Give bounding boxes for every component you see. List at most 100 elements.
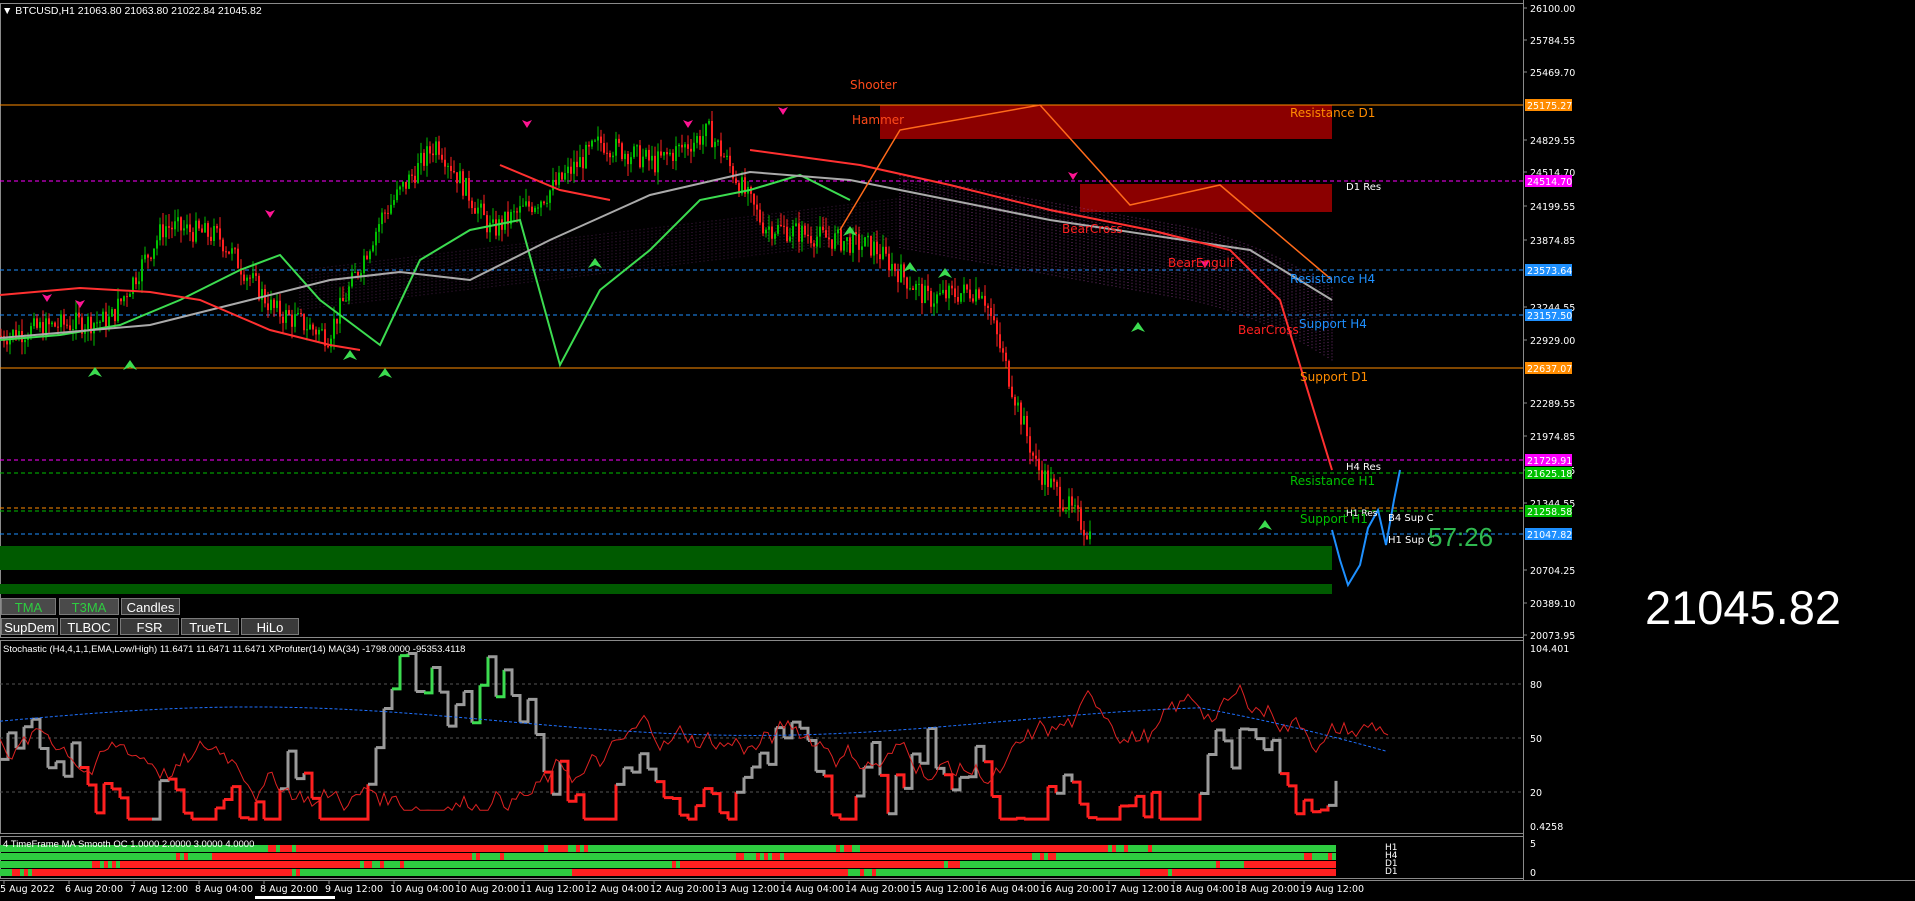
tlboc-button[interactable]: TLBOC	[60, 618, 118, 635]
candle-body	[1026, 415, 1028, 437]
ma-cell	[1128, 853, 1132, 860]
ma-cell	[1104, 853, 1108, 860]
ma-cell	[948, 845, 952, 852]
ma-cell	[28, 861, 32, 868]
ma-cell	[596, 853, 600, 860]
stochastic-line	[1072, 780, 1082, 805]
ma-cell	[880, 861, 884, 868]
ma-cell	[640, 853, 644, 860]
osc-tick-label: 0.4258	[1530, 822, 1563, 833]
ma-cell	[1260, 853, 1264, 860]
candle-body	[657, 151, 659, 173]
ma-cell	[848, 869, 852, 876]
ma-cell	[780, 861, 784, 868]
price-tag-label: 24514.70	[1527, 177, 1572, 188]
ma-cell	[1304, 861, 1308, 868]
ma-cell	[676, 853, 680, 860]
candle-body	[60, 314, 62, 328]
ma-cell	[100, 861, 104, 868]
ma-cell	[1216, 853, 1220, 860]
ma-cell	[596, 861, 600, 868]
ma-cell	[108, 869, 112, 876]
candles-button[interactable]: Candles	[121, 598, 180, 615]
ma-cell	[96, 869, 100, 876]
ma-cell	[1232, 861, 1236, 868]
fsr-button[interactable]: FSR	[120, 618, 179, 635]
ma-cell	[136, 853, 140, 860]
ma-cell	[480, 845, 484, 852]
ma-cell	[1092, 861, 1096, 868]
ma-cell	[260, 869, 264, 876]
ma-cell	[1316, 845, 1320, 852]
ma-cell	[684, 845, 688, 852]
ma-cell	[1108, 869, 1112, 876]
candle-body	[243, 274, 245, 281]
ma-cell	[1200, 869, 1204, 876]
candle-body	[162, 224, 164, 238]
candle-body	[954, 288, 956, 297]
candle-body	[780, 224, 782, 226]
sell-arrow-icon	[265, 210, 275, 218]
ma-cell	[1320, 853, 1324, 860]
candle-body	[789, 236, 791, 242]
ma-cell	[468, 845, 472, 852]
ma-cell	[132, 853, 136, 860]
stochastic-line	[752, 753, 762, 769]
ma-cell	[236, 869, 240, 876]
hilo-button[interactable]: HiLo	[241, 618, 299, 635]
xprofuter-line	[0, 683, 1389, 812]
candle-body	[570, 166, 572, 174]
ma-cell	[324, 861, 328, 868]
ma-cell	[504, 853, 508, 860]
ma-cell	[1136, 853, 1140, 860]
stochastic-line	[1192, 793, 1202, 821]
ma-cell	[464, 869, 468, 876]
ma-cell	[844, 845, 848, 852]
ma-cell	[472, 853, 476, 860]
candle-body	[795, 223, 797, 227]
ma-cell	[1304, 845, 1308, 852]
ma-cell	[416, 861, 420, 868]
candle-body	[564, 173, 566, 180]
ma-cell	[872, 869, 876, 876]
ma-cell	[936, 853, 940, 860]
candle-body	[894, 263, 896, 272]
candle-body	[297, 313, 299, 315]
ma-cell	[476, 853, 480, 860]
ma-cell	[476, 845, 480, 852]
scroll-thumb	[255, 896, 335, 899]
ma-cell	[664, 853, 668, 860]
t3ma-button[interactable]: T3MA	[59, 598, 119, 615]
ma-cell	[444, 853, 448, 860]
ma-cell	[1324, 853, 1328, 860]
candle-body	[333, 318, 335, 339]
ma-cell	[780, 853, 784, 860]
chart-canvas[interactable]: 26100.0025784.5525469.7024829.5524514.70…	[0, 0, 1915, 901]
candle-body	[825, 230, 827, 238]
ma-cell	[1280, 853, 1284, 860]
ma-cell	[924, 861, 928, 868]
stochastic-line	[120, 796, 130, 820]
tma-button[interactable]: TMA	[1, 598, 56, 615]
ma-cell	[308, 853, 312, 860]
candle-body	[123, 296, 125, 302]
ma-cell	[1208, 853, 1212, 860]
ma-cell	[144, 869, 148, 876]
ma-cell	[792, 861, 796, 868]
candle-body	[12, 329, 14, 337]
truetl-button[interactable]: TrueTL	[181, 618, 239, 635]
supdem-button[interactable]: SupDem	[1, 618, 58, 635]
ma-cell	[1244, 853, 1248, 860]
ma-cell	[784, 869, 788, 876]
candle-body	[93, 323, 95, 334]
ma-cell	[1044, 869, 1048, 876]
ma-cell	[4, 853, 8, 860]
ma-cell	[1052, 845, 1056, 852]
ma-cell	[800, 853, 804, 860]
ma-cell	[208, 861, 212, 868]
ma-cell	[864, 845, 868, 852]
ma-cell	[1272, 869, 1276, 876]
ma-cell	[136, 861, 140, 868]
ma-cell	[412, 869, 416, 876]
ma-cell	[484, 861, 488, 868]
